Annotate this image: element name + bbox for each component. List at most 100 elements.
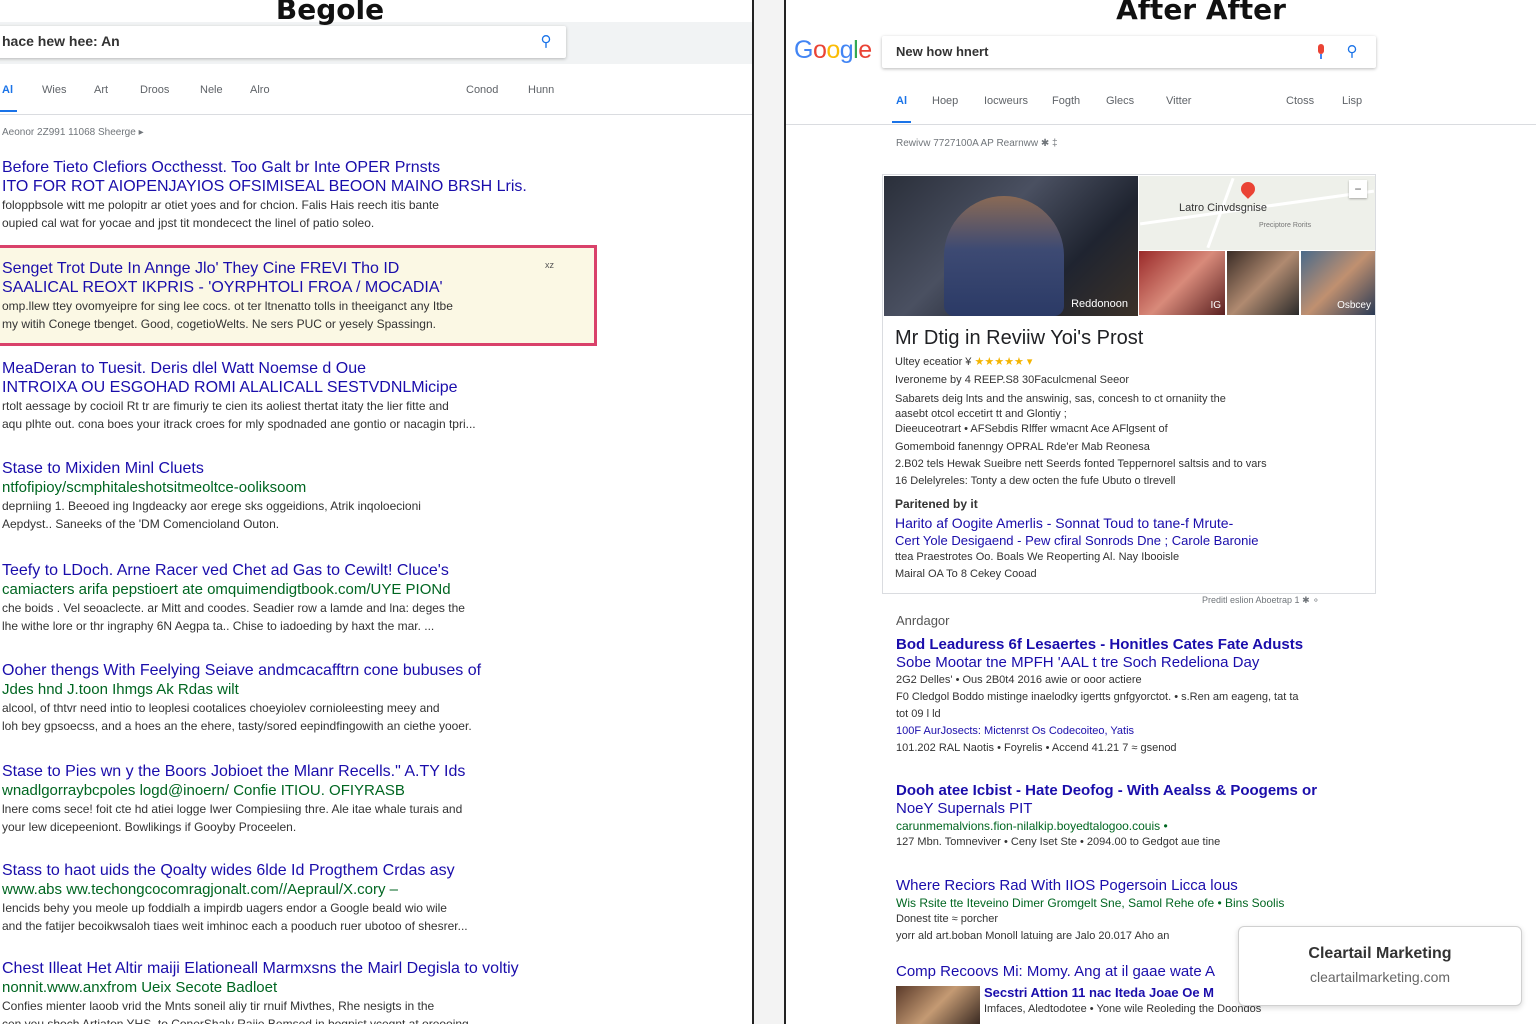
- result-url[interactable]: camiacters arifa pepstioert ate omquimen…: [2, 580, 562, 599]
- partnered-label: Paritened by it: [895, 497, 978, 511]
- result-snippet: your lew dicepeeniont. Bowlikings if Goo…: [2, 820, 297, 834]
- result-title[interactable]: Stass to haot uids the Qoalty wides 6lde…: [2, 861, 562, 880]
- result-subtitle[interactable]: ITO FOR ROT AIOPENJAYIOS OFSIMISEAL BEOO…: [2, 177, 562, 196]
- tab-4[interactable]: Fogth: [1052, 95, 1080, 107]
- result-title[interactable]: Dooh atee Icbist - Hate Deofog - With Ae…: [896, 782, 1376, 800]
- watermark-card: Cleartail Marketing cleartailmarketing.c…: [1238, 926, 1522, 1006]
- result-title[interactable]: Ooher thengs With Feelying Seiave andmca…: [2, 661, 562, 680]
- result-subtitle[interactable]: INTROIXA OU ESGOHAD ROMI ALALICALL SESTV…: [2, 378, 562, 397]
- result-title[interactable]: MeaDeran to Tuesit. Deris dlel Watt Noem…: [2, 359, 562, 378]
- search-result: Bod Leaduress 6f Lesaertes - Honitles Ca…: [896, 636, 1376, 757]
- result-url[interactable]: Jdes hnd J.toon Ihmgs Ak Rdas wilt: [2, 680, 562, 699]
- result-url[interactable]: wnadlgorraybcpoles logd@inoern/ Confie I…: [2, 781, 562, 800]
- map-zoom-icon[interactable]: −: [1349, 180, 1367, 198]
- photo-thumbnail[interactable]: IG: [1139, 251, 1225, 315]
- photo-thumbnail[interactable]: [1227, 251, 1299, 315]
- panel-title-before: Begole: [275, 0, 385, 26]
- tab-tools[interactable]: Lisp: [1342, 95, 1362, 107]
- result-snippet: alcool, of thtvr need intio to leoplesi …: [2, 701, 440, 715]
- tab-2[interactable]: Wies: [42, 84, 66, 96]
- result-snippet: omp.llew ttey ovomyeipre for sing lee co…: [2, 299, 453, 313]
- search-result: Stase to Pies wn y the Boors Jobioet the…: [2, 762, 562, 836]
- map-pin-icon: [1238, 179, 1258, 199]
- result-title[interactable]: Teefy to LDoch. Arne Racer ved Chet ad G…: [2, 561, 562, 580]
- search-query[interactable]: New how hnert: [896, 44, 988, 59]
- tab-settings[interactable]: Conod: [466, 84, 498, 96]
- panel-link[interactable]: Cert Yole Desigaend - Pew cfiral Sonrods…: [895, 533, 1258, 548]
- result-snippet: lnere coms sece! foit cte hd atiei logge…: [2, 802, 463, 816]
- result-snippet: oupied cal wat for yocae and jpst tit mo…: [2, 216, 375, 230]
- entity-description: aasebt otcol eccetirt tt and Glontiy ;: [895, 408, 1067, 420]
- feedback-link[interactable]: Preditl eslion Aboetrap 1 ✱ ⚬: [1202, 595, 1320, 606]
- result-subtitle[interactable]: SAALICAL REOXT IKPRIS - 'OYRPHTOLI FROA …: [2, 278, 562, 297]
- tab-5[interactable]: Nele: [200, 84, 223, 96]
- tab-3[interactable]: Iocweurs: [984, 95, 1028, 107]
- tab-2[interactable]: Hoep: [932, 95, 958, 107]
- result-snippet: tot 09 l ld: [896, 708, 941, 720]
- panel-link[interactable]: Harito af Oogite Amerlis - Sonnat Toud t…: [895, 515, 1233, 531]
- tab-4[interactable]: Droos: [140, 84, 169, 96]
- microphone-icon[interactable]: [1316, 44, 1326, 60]
- logo-letter: o: [826, 36, 840, 64]
- main-photo[interactable]: Reddonoon: [884, 176, 1138, 316]
- result-snippet: lhe withe lore or thr ingraphy 6N Aegpa …: [2, 619, 435, 633]
- result-title[interactable]: Bod Leaduress 6f Lesaertes - Honitles Ca…: [896, 636, 1376, 654]
- result-title[interactable]: Stase to Mixiden Minl Cluets: [2, 459, 562, 478]
- result-url[interactable]: www.abs ww.techongcocomragjonalt.com//Ae…: [2, 880, 562, 899]
- entity-fact: 2.B02 tels Hewak Sueibre nett Seerds fon…: [895, 458, 1267, 470]
- result-url[interactable]: Wis Rsite tte Iteveino Dimer Gromgelt Sn…: [896, 895, 1376, 911]
- entity-meta: Iveroneme by 4 REEP.S8 30Faculcmenal See…: [895, 374, 1129, 386]
- result-snippet: deprniing 1. Beeoed ing Ingdeacky aor er…: [2, 499, 421, 513]
- rating-row: Ultey eceatior ¥ ★★★★★ ▾: [895, 355, 1365, 368]
- result-url[interactable]: nonnit.www.anxfrom Ueix Secote Badloet: [2, 978, 562, 997]
- search-result: Before Tieto Clefiors Occthesst. Too Gal…: [2, 158, 562, 232]
- tab-all[interactable]: Al: [0, 84, 17, 112]
- search-box[interactable]: New how hnert ⚲: [882, 36, 1376, 68]
- tabs-divider: [0, 114, 752, 115]
- search-icon[interactable]: ⚲: [538, 34, 554, 50]
- tab-3[interactable]: Art: [94, 84, 108, 96]
- result-title[interactable]: Chest Illeat Het Altir maiji Elationeall…: [2, 959, 562, 978]
- result-snippet: 127 Mbn. Tomneviver • Ceny Iset Ste • 20…: [896, 836, 1221, 848]
- search-box[interactable]: hace hew hee: An ⚲: [0, 26, 566, 58]
- search-tabs: Al Wies Art Droos Nele Alro Conod Hunn: [0, 84, 752, 114]
- knowledge-panel: Reddonoon Latro Cinvdsgnise Preciptore R…: [882, 174, 1376, 594]
- panel-line: ttea Praestrotes Oo. Boals We Reoperting…: [895, 551, 1180, 563]
- result-url[interactable]: carunmemalvions.fion-nilalkip.boyedtalog…: [896, 818, 1376, 834]
- result-snippet: loh bey gpsoecss, and a hoes an the eher…: [2, 719, 472, 733]
- search-result: Chest Illeat Het Altir maiji Elationeall…: [2, 959, 562, 1024]
- search-result: MeaDeran to Tuesit. Deris dlel Watt Noem…: [2, 359, 562, 433]
- tab-tools[interactable]: Hunn: [528, 84, 554, 96]
- tab-all[interactable]: Al: [892, 95, 911, 123]
- section-label: Anrdagor: [896, 613, 950, 628]
- result-subtitle[interactable]: NoeY Supernals PIT: [896, 800, 1376, 818]
- tab-6[interactable]: Alro: [250, 84, 270, 96]
- google-logo[interactable]: Google: [794, 36, 872, 65]
- search-result: Ooher thengs With Feelying Seiave andmca…: [2, 661, 562, 735]
- photo-thumbnail[interactable]: Osbcey: [1301, 251, 1375, 315]
- panel-line: Mairal OA To 8 Cekey Cooad: [895, 568, 1037, 580]
- result-title[interactable]: Stase to Pies wn y the Boors Jobioet the…: [2, 762, 562, 781]
- result-title[interactable]: Where Reciors Rad With IIOS Pogersoin Li…: [896, 877, 1376, 895]
- thumb-label: IG: [1210, 300, 1221, 311]
- tab-5[interactable]: Glecs: [1106, 95, 1134, 107]
- map-label: Latro Cinvdsgnise: [1179, 202, 1268, 214]
- rating-label: Ultey eceatior ¥: [895, 356, 972, 368]
- result-snippet: Aepdyst.. Saneeks of the 'DM Comenciolan…: [2, 517, 280, 531]
- map-thumbnail[interactable]: Latro Cinvdsgnise Preciptore Rorits −: [1139, 176, 1375, 250]
- search-query[interactable]: hace hew hee: An: [2, 33, 120, 49]
- result-url[interactable]: ntfofipioy/scmphitaleshotsitmeoltce-ooli…: [2, 478, 562, 497]
- result-subtitle[interactable]: Sobe Mootar tne MPFH 'AAL t tre Soch Red…: [896, 654, 1376, 672]
- star-rating-icon[interactable]: ★★★★★ ▾: [975, 356, 1033, 368]
- tab-6[interactable]: Vitter: [1166, 95, 1191, 107]
- result-title[interactable]: Senget Trot Dute In Annge Jlo' They Cine…: [2, 259, 562, 278]
- result-thumbnail[interactable]: [896, 986, 980, 1024]
- result-snippet: cen yeu shoch Artiaton YHS, to ConerShal…: [2, 1017, 469, 1024]
- search-icon[interactable]: ⚲: [1344, 44, 1360, 60]
- entity-title: Mr Dtig in Reviiw Yoi's Prost: [895, 327, 1144, 349]
- entity-description: Sabarets deig lnts and the answinig, sas…: [895, 393, 1226, 405]
- person-figure: [944, 196, 1064, 316]
- result-title[interactable]: Before Tieto Clefiors Occthesst. Too Gal…: [2, 158, 562, 177]
- tab-settings[interactable]: Ctoss: [1286, 95, 1314, 107]
- result-sitelink[interactable]: 100F AurJosects: Mictenrst Os Codecoiteo…: [896, 723, 1376, 740]
